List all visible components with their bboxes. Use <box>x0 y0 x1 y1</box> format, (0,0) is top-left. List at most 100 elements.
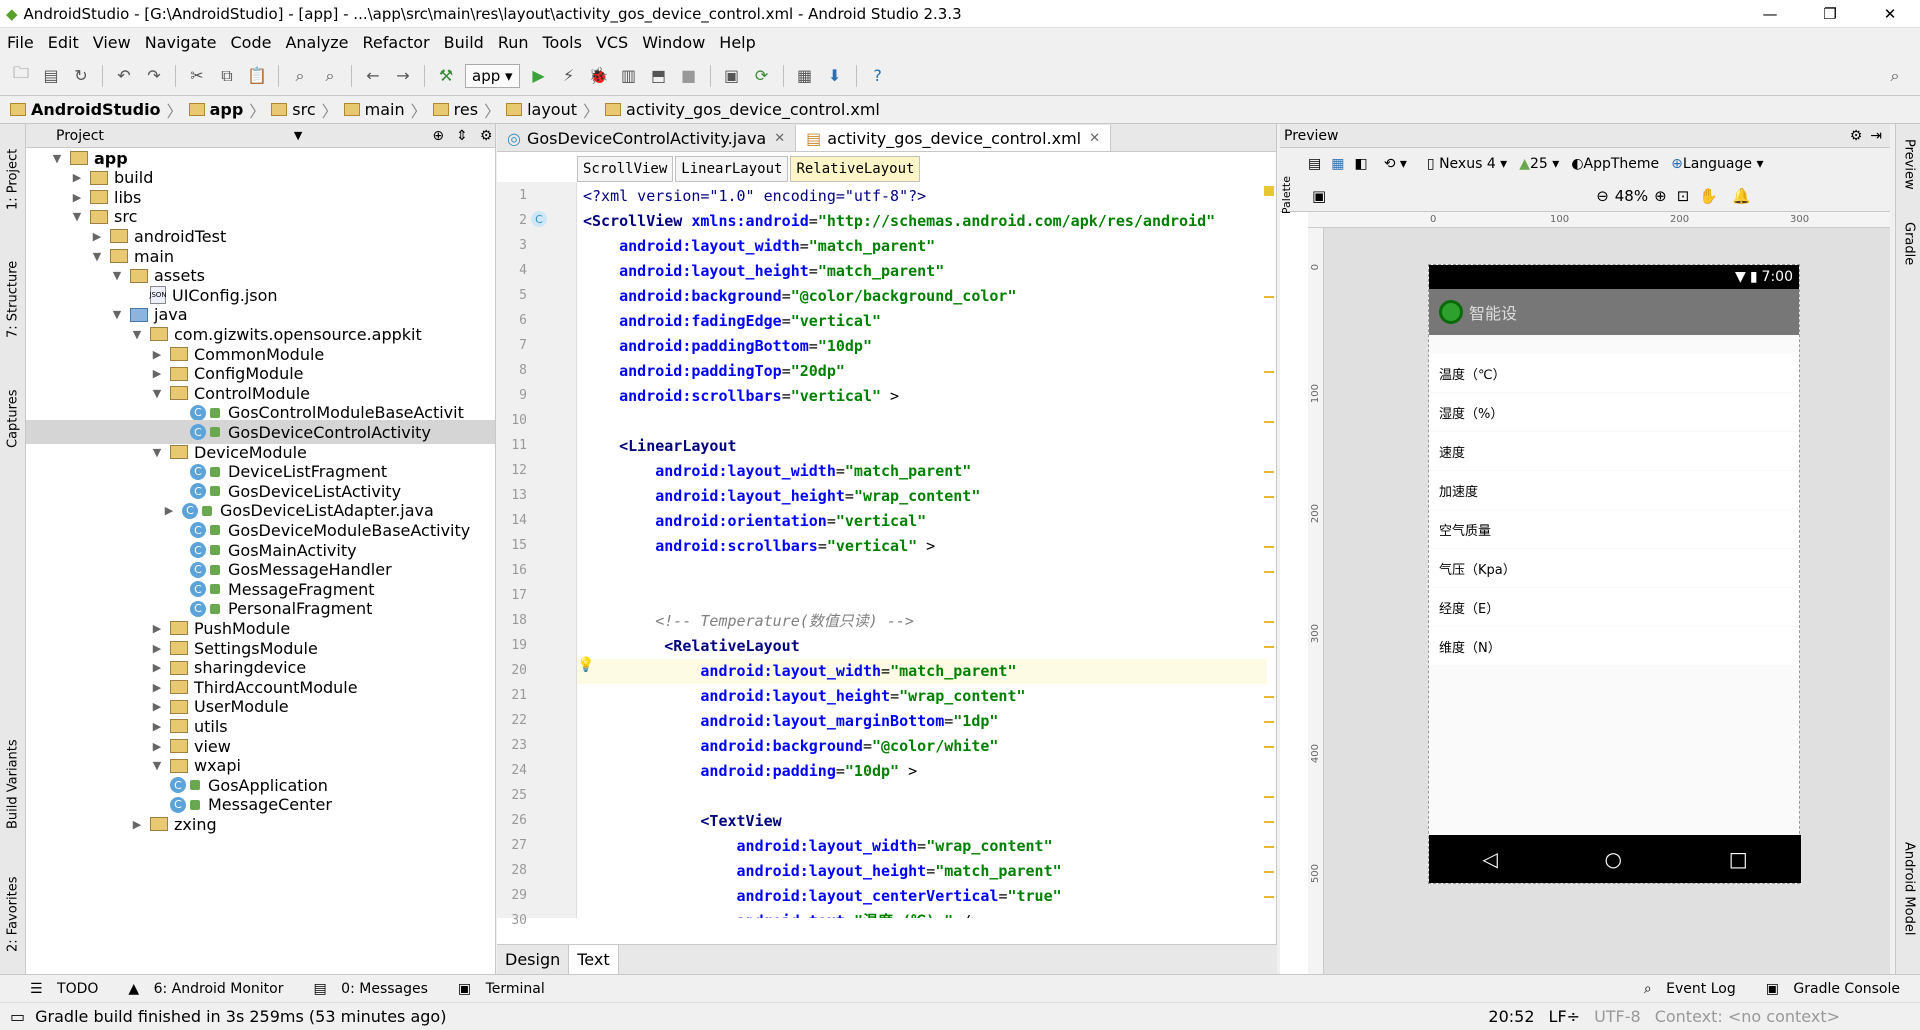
event-log-button[interactable]: ⌕ Event Log <box>1644 981 1746 997</box>
expand-down-icon[interactable]: ▼ <box>110 308 124 321</box>
warning-stripe-mark[interactable] <box>1264 796 1274 798</box>
menu-navigate[interactable]: Navigate <box>138 33 224 52</box>
run-icon[interactable]: ▶ <box>526 63 552 89</box>
tab-captures[interactable]: Captures <box>0 374 26 464</box>
menu-tools[interactable]: Tools <box>536 33 589 52</box>
code-area[interactable]: <?xml version="1.0" encoding="utf-8"?> <S… <box>577 182 1267 918</box>
messages-button[interactable]: ▤ 0: Messages <box>313 981 437 997</box>
target-icon[interactable]: ⊕ <box>432 128 444 144</box>
expand-down-icon[interactable]: ▼ <box>90 250 104 263</box>
encoding[interactable]: UTF-8 <box>1594 1007 1641 1026</box>
close-button[interactable]: ✕ <box>1860 0 1920 28</box>
breadcrumb-item[interactable]: res 〉 <box>432 98 500 122</box>
menu-window[interactable]: Window <box>635 33 712 52</box>
expand-right-icon[interactable]: ▶ <box>150 700 164 713</box>
xml-breadcrumb-item[interactable]: ScrollView <box>577 156 674 182</box>
tree-item[interactable]: ▶ zxing <box>26 812 495 836</box>
status-toggle-icon[interactable]: ▭ <box>10 1007 25 1026</box>
warning-stripe-mark[interactable] <box>1264 546 1274 548</box>
menu-build[interactable]: Build <box>437 33 491 52</box>
lightbulb-icon[interactable]: 💡 <box>577 657 594 673</box>
tab-structure[interactable]: 7: Structure <box>0 244 26 354</box>
caret-position[interactable]: 20:52 <box>1488 1007 1534 1026</box>
paste-icon[interactable]: 📋 <box>244 63 270 89</box>
menu-run[interactable]: Run <box>491 33 536 52</box>
tab-design[interactable]: Design <box>497 945 570 974</box>
breadcrumb-item[interactable]: app 〉 <box>188 98 265 122</box>
zoom-out-icon[interactable]: ⊖ <box>1596 187 1609 205</box>
device-preview[interactable]: ▼ ▮ 7:00 智能设 温度（℃） 湿度（%） 速度 加速度 空气质量 气压（Kpa）经… <box>1428 264 1801 884</box>
pan-icon[interactable]: ✋ <box>1699 187 1718 205</box>
language-select[interactable]: ⊕Language ▾ <box>1671 156 1763 172</box>
warning-stripe-mark[interactable] <box>1264 296 1274 298</box>
terminal-button[interactable]: ▣ Terminal <box>458 981 555 997</box>
close-tab-icon[interactable]: ✕ <box>1089 131 1100 146</box>
help-icon[interactable]: ? <box>865 63 891 89</box>
warning-stripe-mark[interactable] <box>1264 871 1274 873</box>
undo-icon[interactable]: ↶ <box>111 63 137 89</box>
hide-icon[interactable]: ⇥ <box>1870 128 1882 144</box>
open-folder-icon[interactable]: 🗀 <box>8 63 34 89</box>
warning-stripe-mark[interactable] <box>1264 896 1274 898</box>
warning-stripe-mark[interactable] <box>1264 746 1274 748</box>
stop-icon[interactable]: ■ <box>676 63 702 89</box>
avd-manager-icon[interactable]: ▣ <box>719 63 745 89</box>
save-all-icon[interactable]: ▤ <box>38 63 64 89</box>
apply-changes-icon[interactable]: ⚡ <box>556 63 582 89</box>
expand-right-icon[interactable]: ▶ <box>130 818 144 831</box>
palette-tab[interactable]: Palette <box>1280 176 1308 214</box>
layout-icon[interactable]: ▤ <box>1308 156 1321 172</box>
zoom-fit-icon[interactable]: ⊡ <box>1677 187 1690 205</box>
find-icon[interactable]: ⌕ <box>287 63 313 89</box>
search-everywhere-icon[interactable]: ⌕ <box>1882 63 1908 89</box>
warning-marker-icon[interactable] <box>1264 186 1274 196</box>
breadcrumb-item[interactable]: main 〉 <box>343 98 427 122</box>
sync-icon[interactable]: ↻ <box>68 63 94 89</box>
warning-stripe-mark[interactable] <box>1264 646 1274 648</box>
warning-stripe-mark[interactable] <box>1264 371 1274 373</box>
expand-right-icon[interactable]: ▶ <box>150 367 164 380</box>
expand-down-icon[interactable]: ▼ <box>150 759 164 772</box>
breadcrumb-item[interactable]: src 〉 <box>271 98 338 122</box>
xml-breadcrumb-item[interactable]: RelativeLayout <box>790 156 921 182</box>
redo-icon[interactable]: ↷ <box>141 63 167 89</box>
class-link-icon[interactable]: C <box>531 211 547 227</box>
debug-icon[interactable]: 🐞 <box>586 63 612 89</box>
tab-gradle[interactable]: Gradle <box>1896 214 1920 274</box>
menu-analyze[interactable]: Analyze <box>278 33 355 52</box>
attach-debugger-icon[interactable]: ⬒ <box>646 63 672 89</box>
make-project-icon[interactable]: ⚒ <box>433 63 459 89</box>
blueprint-icon[interactable]: ▦ <box>1331 156 1344 172</box>
forward-icon[interactable]: → <box>390 63 416 89</box>
warning-stripe-mark[interactable] <box>1264 721 1274 723</box>
warning-stripe-mark[interactable] <box>1264 571 1274 573</box>
gradle-console-button[interactable]: ▣ Gradle Console <box>1766 981 1910 997</box>
project-structure-icon[interactable]: ▦ <box>792 63 818 89</box>
expand-right-icon[interactable]: ▶ <box>150 661 164 674</box>
menu-code[interactable]: Code <box>224 33 279 52</box>
chevron-down-icon[interactable]: ▼ <box>294 129 302 142</box>
close-tab-icon[interactable]: ✕ <box>774 131 785 146</box>
context[interactable]: Context: <no context> <box>1655 1007 1840 1026</box>
xml-breadcrumb-item[interactable]: LinearLayout <box>675 156 789 182</box>
tab-text[interactable]: Text <box>569 945 619 974</box>
warning-stripe-mark[interactable] <box>1264 496 1274 498</box>
todo-button[interactable]: ☰ TODO <box>30 981 108 997</box>
expand-down-icon[interactable]: ▼ <box>150 446 164 459</box>
tab-project[interactable]: 1: Project <box>0 134 26 224</box>
tab-favorites[interactable]: 2: Favorites <box>0 864 26 964</box>
editor-tab[interactable]: ▤ activity_gos_device_control.xml ✕ <box>796 125 1112 151</box>
breadcrumb-item[interactable]: layout 〉 <box>506 98 599 122</box>
gear-icon[interactable]: ⚙ <box>1850 128 1863 144</box>
expand-right-icon[interactable]: ▶ <box>150 681 164 694</box>
warning-stripe-mark[interactable] <box>1264 821 1274 823</box>
warning-stripe-mark[interactable] <box>1264 621 1274 623</box>
split-icon[interactable]: ◧ <box>1354 156 1367 172</box>
orientation-icon[interactable]: ⟲ ▾ <box>1384 156 1407 172</box>
expand-down-icon[interactable]: ▼ <box>150 387 164 400</box>
expand-right-icon[interactable]: ▶ <box>150 740 164 753</box>
api-select[interactable]: ▲25 ▾ <box>1519 156 1559 172</box>
warning-stripe-mark[interactable] <box>1264 696 1274 698</box>
warning-stripe-mark[interactable] <box>1264 421 1274 423</box>
error-stripe[interactable] <box>1262 182 1276 918</box>
